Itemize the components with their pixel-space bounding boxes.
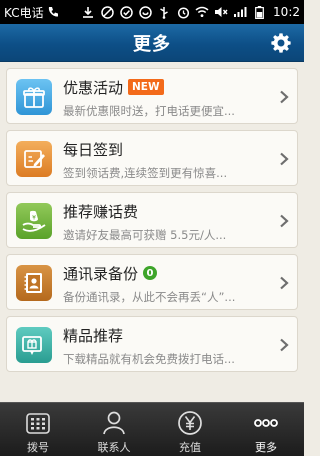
status-bar: KC电话 10:2	[0, 0, 304, 24]
mute-icon	[214, 5, 228, 19]
contacts-book-icon	[16, 265, 52, 301]
notification-phone-icon	[46, 5, 60, 19]
more-dots-icon	[254, 419, 278, 427]
tab-recharge[interactable]: 充值	[152, 403, 228, 456]
count-badge: 0	[143, 266, 158, 280]
usb-icon	[157, 5, 171, 19]
gear-icon[interactable]	[270, 32, 292, 54]
menu-item-subtitle: 下载精品就有机会免费拨打电话...	[63, 352, 235, 366]
chevron-right-icon	[280, 90, 289, 104]
new-badge: NEW	[128, 79, 164, 95]
menu-item-referral[interactable]: ¥ 推荐赚话费 邀请好友最高可获赠 5.5元/人...	[6, 192, 298, 248]
clock: 10:2	[273, 5, 300, 19]
menu-item-title: 优惠活动	[63, 78, 124, 97]
money-hand-icon: ¥	[16, 203, 52, 239]
svg-text:¥: ¥	[32, 215, 36, 222]
menu-item-title: 推荐赚话费	[63, 202, 139, 221]
menu-item-title: 每日签到	[63, 140, 124, 159]
checkin-icon	[16, 141, 52, 177]
check-circle-icon	[119, 5, 133, 19]
gift-icon	[16, 79, 52, 115]
menu-item-subtitle: 备份通讯录，从此不会再丢“人”...	[63, 290, 236, 304]
block-icon	[100, 5, 114, 19]
tab-label: 充值	[179, 441, 201, 454]
menu-item-subtitle: 邀请好友最高可获赠 5.5元/人...	[63, 228, 227, 242]
menu-item-contacts-backup[interactable]: 通讯录备份 0 备份通讯录，从此不会再丢“人”...	[6, 254, 298, 310]
contact-person-icon	[103, 411, 125, 435]
menu-item-title: 精品推荐	[63, 326, 124, 345]
tab-contacts[interactable]: 联系人	[76, 403, 152, 456]
tab-label: 拨号	[27, 441, 49, 454]
crescent-icon	[138, 5, 152, 19]
yuan-recharge-icon	[178, 411, 202, 435]
tab-label: 联系人	[97, 441, 131, 454]
menu-item-subtitle: 最新优惠限时送，打电话更便宜...	[63, 104, 235, 118]
tab-dialer[interactable]: 拨号	[0, 403, 76, 456]
chevron-right-icon	[280, 276, 289, 290]
title-bar: 更多	[0, 24, 304, 62]
menu-item-subtitle: 签到领话费,连续签到更有惊喜...	[63, 166, 228, 180]
wifi-icon	[195, 5, 209, 19]
alarm-icon	[176, 5, 190, 19]
chevron-right-icon	[280, 338, 289, 352]
menu-item-recommended-apps[interactable]: 精品推荐 下载精品就有机会免费拨打电话...	[6, 316, 298, 372]
chevron-right-icon	[280, 214, 289, 228]
carrier-label: KC电话	[4, 5, 44, 20]
menu-item-daily-checkin[interactable]: 每日签到 签到领话费,连续签到更有惊喜...	[6, 130, 298, 186]
battery-icon	[252, 5, 266, 19]
dialpad-icon	[26, 413, 50, 434]
chevron-right-icon	[280, 152, 289, 166]
signal-icon	[233, 5, 247, 19]
recommend-icon	[16, 327, 52, 363]
download-icon	[81, 5, 95, 19]
page-title: 更多	[133, 33, 171, 55]
menu-item-title: 通讯录备份	[63, 264, 139, 283]
bottom-nav: 拨号 联系人 充值 更多	[0, 402, 304, 456]
tab-more[interactable]: 更多	[228, 403, 304, 456]
tab-label: 更多	[255, 441, 277, 454]
menu-item-promotions[interactable]: 优惠活动 NEW 最新优惠限时送，打电话更便宜...	[6, 68, 298, 124]
